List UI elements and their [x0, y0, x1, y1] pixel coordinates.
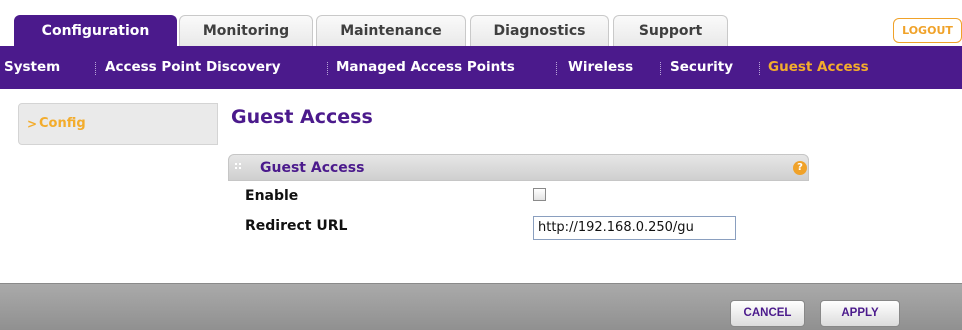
- subnav-separator: [95, 62, 96, 75]
- logout-button[interactable]: LOGOUT: [893, 18, 962, 43]
- bottom-button-bar: CANCEL APPLY: [0, 283, 962, 330]
- panel-title: Guest Access: [260, 160, 365, 176]
- top-tab-bar: Configuration Monitoring Maintenance Dia…: [0, 0, 962, 46]
- help-icon[interactable]: ?: [793, 161, 807, 175]
- enable-label: Enable: [245, 188, 299, 204]
- tab-support[interactable]: Support: [613, 15, 728, 46]
- subnav-system[interactable]: System: [4, 46, 60, 89]
- tab-configuration[interactable]: Configuration: [14, 15, 177, 46]
- subnav-security[interactable]: Security: [670, 46, 733, 89]
- subnav-separator: [327, 62, 328, 75]
- left-nav-config-label: Config: [39, 116, 86, 131]
- redirect-url-label: Redirect URL: [245, 218, 348, 234]
- drag-grip-icon: [235, 163, 245, 173]
- subnav-separator: [759, 62, 760, 75]
- tab-monitoring[interactable]: Monitoring: [179, 15, 313, 46]
- tab-diagnostics[interactable]: Diagnostics: [470, 15, 609, 46]
- subnav-managed-access-points[interactable]: Managed Access Points: [336, 46, 515, 89]
- page-title: Guest Access: [231, 106, 373, 128]
- sub-nav-bar: System Access Point Discovery Managed Ac…: [0, 46, 962, 89]
- subnav-access-point-discovery[interactable]: Access Point Discovery: [105, 46, 281, 89]
- cancel-button[interactable]: CANCEL: [730, 300, 805, 327]
- left-nav-config[interactable]: > Config: [18, 103, 218, 145]
- chevron-right-icon: >: [27, 117, 38, 131]
- redirect-url-input[interactable]: http://192.168.0.250/gu: [533, 216, 736, 240]
- subnav-wireless[interactable]: Wireless: [568, 46, 633, 89]
- subnav-separator: [660, 62, 661, 75]
- apply-button[interactable]: APPLY: [820, 300, 900, 327]
- tab-maintenance[interactable]: Maintenance: [316, 15, 466, 46]
- subnav-guest-access[interactable]: Guest Access: [768, 46, 869, 89]
- subnav-separator: [556, 62, 557, 75]
- enable-checkbox[interactable]: [533, 188, 546, 201]
- panel-header: Guest Access ?: [228, 154, 809, 181]
